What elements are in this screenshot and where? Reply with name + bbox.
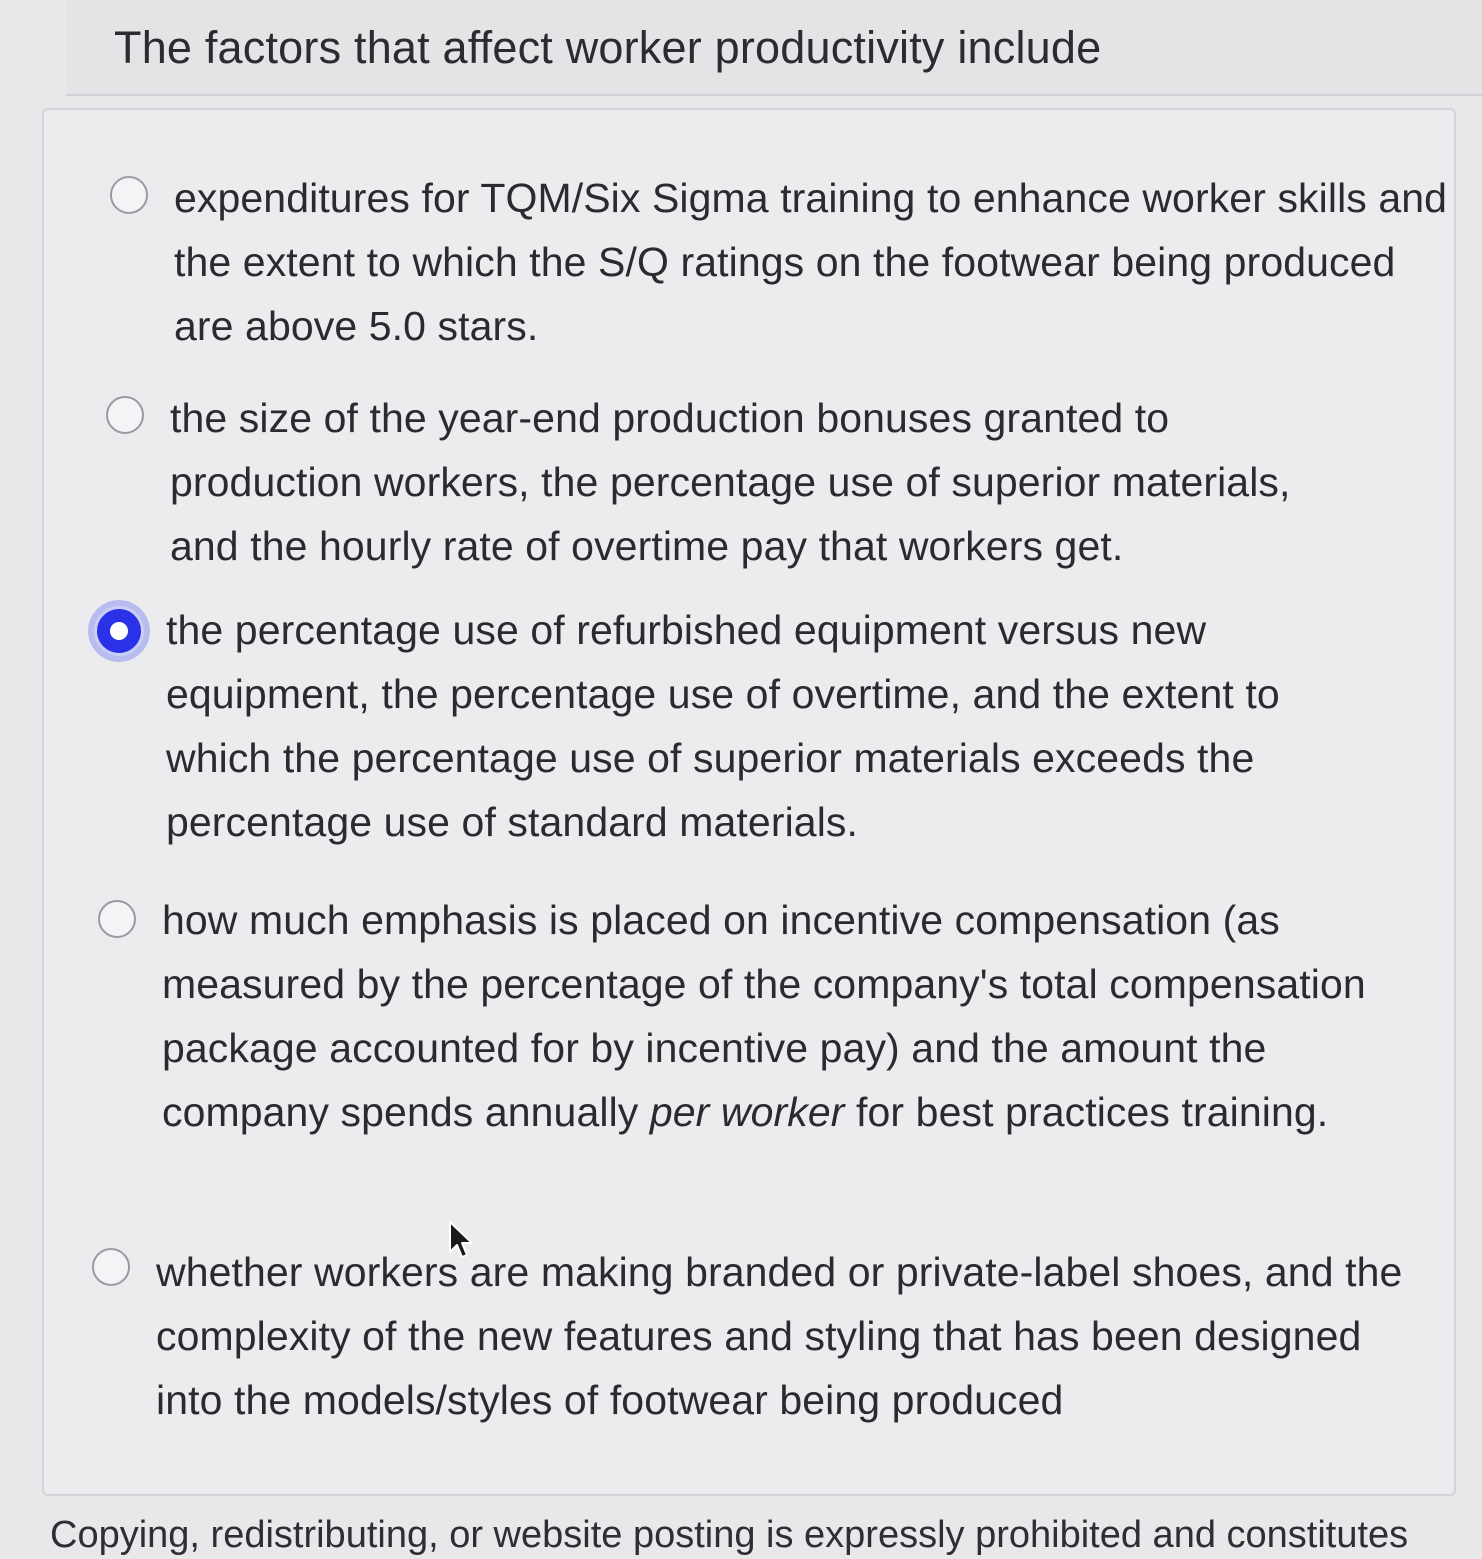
radio-button-2[interactable] <box>106 396 144 434</box>
copyright-notice: Copying, redistributing, or website post… <box>50 1514 1409 1556</box>
answer-option-3-label: the percentage use of refurbished equipm… <box>166 607 1280 845</box>
answer-option-5-label: whether workers are making branded or pr… <box>156 1249 1403 1423</box>
answer-option-4-italic: per worker <box>649 1089 845 1135</box>
answer-option-4-label: how much emphasis is placed on incentive… <box>162 888 1392 1144</box>
answer-option-1-label: expenditures for TQM/Six Sigma training … <box>174 175 1448 349</box>
radio-button-4[interactable] <box>98 900 136 938</box>
answer-option-2-label: the size of the year-end production bonu… <box>170 395 1291 569</box>
radio-button-5[interactable] <box>92 1248 130 1286</box>
question-header: The factors that affect worker productiv… <box>66 0 1482 96</box>
radio-button-3-selected[interactable] <box>94 606 144 656</box>
question-text: The factors that affect worker productiv… <box>114 22 1102 73</box>
radio-button-1[interactable] <box>110 176 148 214</box>
mouse-pointer-icon <box>449 1221 473 1258</box>
answer-option-4-text-after: for best practices training. <box>844 1089 1329 1135</box>
